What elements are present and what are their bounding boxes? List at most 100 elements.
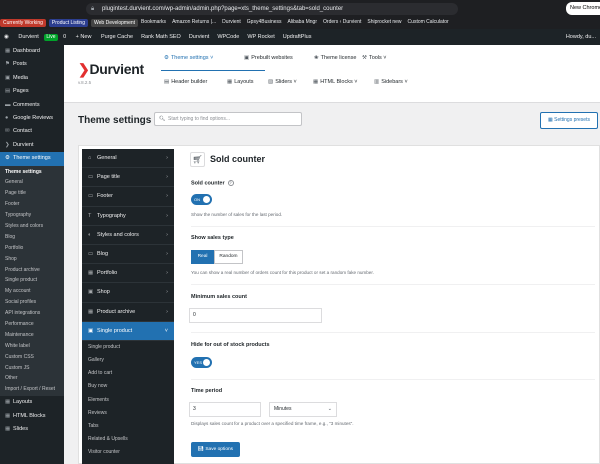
url-bar[interactable]: 🔒︎ plugintest.durvient.com/wp-admin/admin… [86, 3, 458, 15]
sales-type-random[interactable]: Random [214, 250, 243, 264]
admin-bar-purge-cache[interactable]: Purge Cache [101, 29, 133, 45]
settings-subnav-add-to-cart[interactable]: Add to cart [82, 367, 174, 380]
bookmark-tag-product-listing[interactable]: Product Listing [48, 18, 88, 27]
submenu-item-single-product[interactable]: Single product [0, 275, 64, 286]
submenu-item-product-archive[interactable]: Product archive [0, 265, 64, 276]
nav-sliders[interactable]: ▧ Sliders ˅ [268, 77, 297, 87]
help-icon[interactable]: ? [227, 180, 234, 186]
bookmark-orders-durvient[interactable]: Orders ‹ Durvient [323, 17, 361, 28]
nav-theme-license[interactable]: ❀ Theme license [314, 53, 356, 63]
sidebar-item-contact[interactable]: ✉ Contact [0, 125, 64, 138]
admin-bar-durvient[interactable]: Durvient [189, 29, 209, 45]
site-name[interactable]: Durvient [18, 29, 38, 45]
settings-nav-single-product[interactable]: ▣ Single product ˅ [82, 321, 174, 341]
new-button[interactable]: + New [76, 29, 92, 45]
bookmark-shiprocket-new[interactable]: Shiprocket new [367, 17, 401, 28]
submenu-item-performance[interactable]: Performance [0, 319, 64, 330]
settings-nav-page-title[interactable]: ▭ Page title › [82, 168, 174, 188]
bookmark-amazon-returns[interactable]: Amazon Returns |... [172, 17, 216, 28]
sales-type-description: You can show a real number of orders cou… [191, 270, 374, 275]
html-blocks-icon: ▦ [313, 79, 319, 85]
settings-subnav-tabs[interactable]: Tabs [82, 420, 174, 433]
bookmark-tag-web-development[interactable]: Web Development [91, 18, 139, 27]
submenu-item-page-title[interactable]: Page title [0, 188, 64, 199]
nav-prebuilt-websites[interactable]: ▣ Prebuilt websites [244, 53, 293, 63]
sidebar-item-comments[interactable]: ▬ Comments [0, 99, 64, 112]
settings-nav-shop[interactable]: ▣ Shop › [82, 283, 174, 303]
sold-counter-toggle[interactable]: ON [191, 194, 212, 205]
comment-count[interactable]: 0 [63, 29, 66, 45]
save-options-button[interactable]: 💾︎ Save options [191, 442, 240, 457]
sidebar-item-html-blocks[interactable]: ▦ HTML Blocks [0, 410, 64, 423]
sidebar-item-durvient[interactable]: ❯ Durvient [0, 139, 64, 152]
bookmark-bookmarks[interactable]: Bookmarks [141, 17, 166, 28]
settings-nav-general[interactable]: ⌂ General › [82, 149, 174, 169]
sidebar-item-pages[interactable]: ▤ Pages [0, 85, 64, 98]
submenu-item-theme-settings[interactable]: Theme settings [0, 167, 64, 178]
new-chrome-button[interactable]: New Chrome [566, 2, 600, 15]
sales-type-real[interactable]: Real [191, 250, 214, 264]
settings-nav-product-archive[interactable]: ▦ Product archive › [82, 303, 174, 322]
submenu-item-social-profiles[interactable]: Social profiles [0, 297, 64, 308]
min-sales-input[interactable]: 0 [189, 308, 322, 323]
submenu-item-footer[interactable]: Footer [0, 199, 64, 210]
nav-header-builder[interactable]: ▤ Header builder [164, 77, 207, 87]
sidebar-item-theme-settings[interactable]: ⚙ Theme settings [0, 152, 64, 166]
sidebar-item-posts[interactable]: ⚑ Posts [0, 58, 64, 71]
nav-tools[interactable]: ⚒ Tools ˅ [362, 53, 387, 63]
media-icon: ▣ [5, 74, 11, 81]
sidebar-item-media[interactable]: ▣ Media [0, 72, 64, 85]
submenu-item-custom-css[interactable]: Custom CSS [0, 352, 64, 363]
bookmark-alibaba-mngr[interactable]: Alibaba Mngr [288, 17, 317, 28]
submenu-item-portfolio[interactable]: Portfolio [0, 243, 64, 254]
time-period-unit-select[interactable]: Minutes ⌄ [269, 402, 337, 417]
submenu-item-white-label[interactable]: White label [0, 341, 64, 352]
bookmark-tag-currently-working[interactable]: Currently Working [0, 18, 46, 27]
settings-nav-typography[interactable]: T Typography › [82, 207, 174, 226]
submenu-item-blog[interactable]: Blog [0, 232, 64, 243]
search-input[interactable]: 🔍︎ Start typing to find options... [154, 112, 302, 126]
settings-subnav-related-upsells[interactable]: Related & Upsells [82, 433, 174, 446]
settings-nav-blog[interactable]: ▭ Blog › [82, 245, 174, 265]
admin-bar-updraftplus[interactable]: UpdraftPlus [283, 29, 312, 45]
admin-bar-wp-rocket[interactable]: WP Rocket [247, 29, 274, 45]
nav-html-blocks[interactable]: ▦ HTML Blocks ˅ [313, 77, 357, 87]
bookmark-gpsy4business[interactable]: Gpsy4Business [247, 17, 282, 28]
submenu-item-custom-js[interactable]: Custom JS [0, 363, 64, 374]
submenu-item-shop[interactable]: Shop [0, 254, 64, 265]
submenu-item-other[interactable]: Other [0, 373, 64, 384]
settings-nav-footer[interactable]: ▭ Footer › [82, 187, 174, 207]
submenu-item-import-export-reset[interactable]: Import / Export / Reset [0, 384, 64, 395]
settings-nav-styles-and-colors[interactable]: ◐ Styles and colors › [82, 226, 174, 245]
wp-logo-icon[interactable]: ◉ [4, 29, 9, 45]
settings-subnav-gallery[interactable]: Gallery [82, 354, 174, 367]
time-period-input[interactable]: 3 [189, 402, 261, 417]
bookmark-custom-calculator[interactable]: Custom Calculator [408, 17, 449, 28]
admin-bar-wpcode[interactable]: WPCode [217, 29, 239, 45]
bookmark-durvient[interactable]: Durvient [222, 17, 241, 28]
submenu-item-styles-and-colors[interactable]: Styles and colors [0, 221, 64, 232]
sidebar-item-google-reviews[interactable]: ● Google Reviews [0, 112, 64, 125]
submenu-item-general[interactable]: General [0, 177, 64, 188]
nav-theme-settings[interactable]: ⚙ Theme settings ˅ [164, 53, 213, 63]
submenu-item-my-account[interactable]: My account [0, 286, 64, 297]
settings-nav-portfolio[interactable]: ▦ Portfolio › [82, 264, 174, 284]
settings-subnav-visitor-counter[interactable]: Visitor counter [82, 446, 174, 459]
sold-counter-description: Show the number of sales for the last pe… [191, 212, 283, 217]
submenu-item-typography[interactable]: Typography [0, 210, 64, 221]
sidebar-item-slides[interactable]: ▦ Slides [0, 423, 64, 436]
settings-subnav-single-product[interactable]: Single product [82, 341, 174, 354]
settings-subnav-reviews[interactable]: Reviews [82, 407, 174, 420]
hide-oos-toggle[interactable]: YES [191, 357, 212, 368]
settings-subnav-buy-now[interactable]: Buy now [82, 380, 174, 393]
settings-presets-button[interactable]: ▦ Settings presets [540, 112, 598, 129]
admin-bar-rank-math-seo[interactable]: Rank Math SEO [141, 29, 181, 45]
submenu-item-maintenance[interactable]: Maintenance [0, 330, 64, 341]
submenu-item-api-integrations[interactable]: API integrations [0, 308, 64, 319]
sidebar-item-layouts[interactable]: ▦ Layouts [0, 396, 64, 409]
sidebar-item-dashboard[interactable]: ▦ Dashboard [0, 45, 64, 58]
howdy-account[interactable]: Howdy, du... [566, 29, 596, 45]
settings-subnav-elements[interactable]: Elements [82, 394, 174, 407]
nav-layouts[interactable]: ▦ Layouts [227, 77, 253, 87]
nav-sidebars[interactable]: ▥ Sidebars ˅ [374, 77, 408, 87]
